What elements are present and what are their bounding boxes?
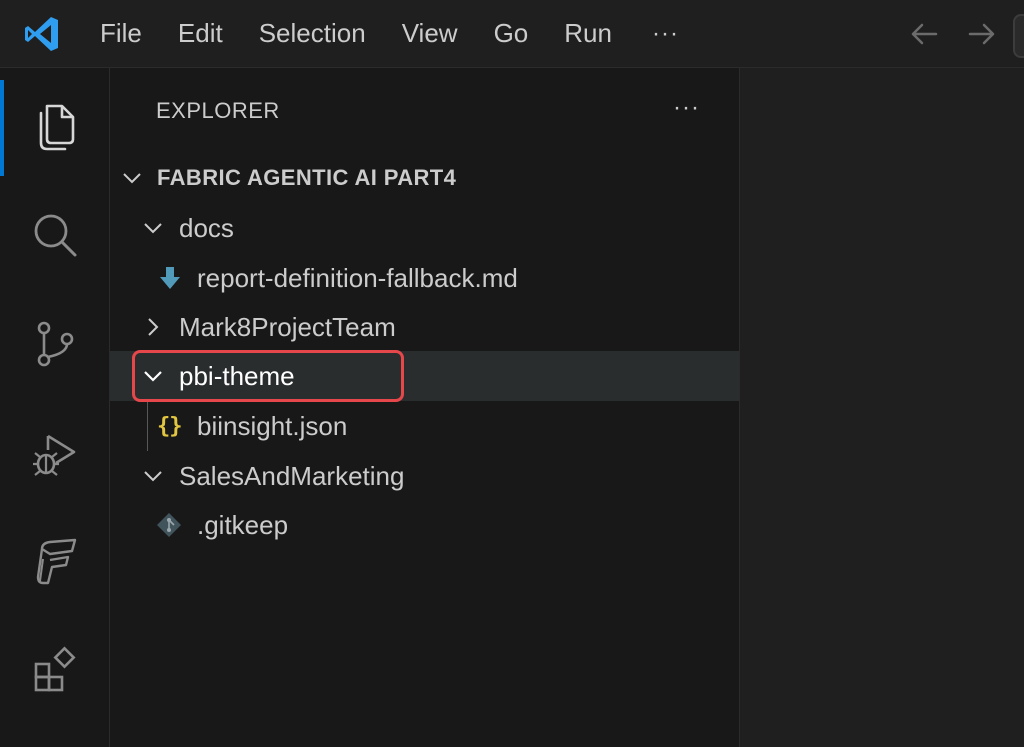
explorer-more-button[interactable]: ··· xyxy=(673,94,700,122)
git-icon xyxy=(157,513,181,537)
file-label: .gitkeep xyxy=(197,509,289,540)
tree-file-md[interactable]: report-definition-fallback.md xyxy=(110,253,739,303)
command-center-search[interactable] xyxy=(1013,14,1024,58)
highlight-annotation-box xyxy=(132,350,404,402)
explorer-title: EXPLORER xyxy=(156,98,280,123)
title-bar: File Edit Selection View Go Run ··· xyxy=(0,0,1024,68)
folder-label: docs xyxy=(179,212,234,243)
activity-run-debug[interactable] xyxy=(0,399,110,507)
root-folder-label: FABRIC AGENTIC AI PART4 xyxy=(157,165,457,190)
folder-label: Mark8ProjectTeam xyxy=(179,311,396,342)
chevron-down-icon xyxy=(144,223,162,234)
run-debug-icon xyxy=(33,434,76,476)
menu-more-button[interactable]: ··· xyxy=(630,0,701,68)
arrow-left-icon[interactable] xyxy=(906,16,942,52)
tree-root-folder[interactable]: FABRIC AGENTIC AI PART4 xyxy=(110,153,739,203)
tree-folder-sales[interactable]: SalesAndMarketing xyxy=(110,451,739,501)
tree-file-json[interactable]: {} biinsight.json xyxy=(110,401,739,451)
extensions-icon xyxy=(34,646,76,692)
active-indicator xyxy=(0,80,4,176)
tree-folder-docs[interactable]: docs xyxy=(110,203,739,253)
menu-edit[interactable]: Edit xyxy=(160,0,241,68)
activity-extensions[interactable] xyxy=(0,617,110,725)
menu-selection[interactable]: Selection xyxy=(241,0,384,68)
activity-source-control[interactable] xyxy=(0,290,110,398)
fabric-icon xyxy=(36,538,77,585)
activity-search[interactable] xyxy=(0,181,110,289)
menu-run[interactable]: Run xyxy=(546,0,630,68)
editor-area[interactable] xyxy=(740,68,1024,747)
files-icon xyxy=(39,104,75,151)
file-label: biinsight.json xyxy=(197,410,348,441)
activity-explorer[interactable] xyxy=(0,72,110,180)
chevron-down-icon xyxy=(144,471,162,482)
tree-folder-mark8[interactable]: Mark8ProjectTeam xyxy=(110,302,739,352)
folder-label: SalesAndMarketing xyxy=(179,460,405,491)
explorer-sidebar: EXPLORER ··· FABRIC AGENTIC AI PART4 doc… xyxy=(110,68,740,747)
tree-file-gitkeep[interactable]: .gitkeep xyxy=(110,500,739,550)
markdown-download-icon xyxy=(160,267,180,289)
activity-fabric[interactable] xyxy=(0,508,110,616)
menu-go[interactable]: Go xyxy=(476,0,547,68)
chevron-down-icon xyxy=(123,173,141,184)
activity-bar xyxy=(0,68,110,747)
indent-guide xyxy=(147,401,148,451)
vscode-logo-icon[interactable] xyxy=(22,14,62,54)
menu-file[interactable]: File xyxy=(82,0,160,68)
file-label: report-definition-fallback.md xyxy=(197,262,518,293)
menu-view[interactable]: View xyxy=(384,0,476,68)
search-icon xyxy=(34,214,77,257)
chevron-right-icon xyxy=(148,318,159,336)
source-control-icon xyxy=(37,321,74,367)
json-braces-icon: {} xyxy=(157,413,182,439)
arrow-right-icon[interactable] xyxy=(964,16,1000,52)
